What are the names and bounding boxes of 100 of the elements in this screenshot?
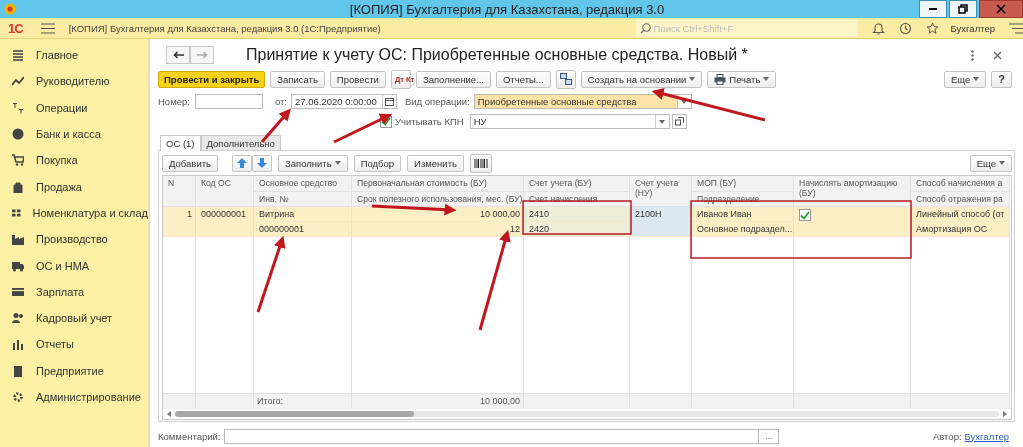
operation-type-field[interactable]: Приобретенные основные средства [473, 94, 692, 109]
table-cell[interactable]: Иванов Иван [692, 207, 793, 222]
create-based-on-button[interactable]: Создать на основании [580, 70, 703, 88]
arrow-right-icon [196, 51, 208, 59]
star-icon[interactable] [925, 21, 939, 35]
structure-button[interactable] [555, 69, 576, 89]
table-cell[interactable]: 000000001 [196, 207, 253, 237]
change-button[interactable]: Изменить [407, 154, 464, 172]
total-cell: 10 000,00 [352, 393, 523, 408]
close-icon[interactable] [993, 50, 1002, 60]
barcode-button[interactable] [469, 153, 492, 173]
toolbar-button[interactable]: Провести [329, 70, 386, 88]
pick-button[interactable]: Подбор [353, 154, 402, 172]
menu-icon[interactable] [40, 22, 55, 34]
table-cell[interactable]: 2410 [524, 207, 629, 222]
restore-button[interactable] [949, 0, 977, 18]
toolbar-button[interactable]: Записать [270, 70, 325, 88]
sidebar-item[interactable]: Банк и касса [0, 120, 148, 148]
open-window-icon [674, 117, 684, 126]
annotation-arrow [260, 108, 291, 143]
tax-accounting-field[interactable]: НУ [469, 114, 670, 129]
table-cell[interactable]: 12 [352, 222, 523, 237]
fill-button[interactable]: Заполнить [278, 154, 348, 172]
sidebar-item[interactable]: Руководителю [0, 68, 148, 95]
table-cell[interactable]: 2100Н [630, 207, 691, 237]
caret-icon [763, 77, 770, 81]
annotation-arrow [333, 113, 393, 144]
linked-squares-icon [559, 73, 572, 85]
date-field[interactable]: 27.06.2020 0:00:00 [290, 94, 397, 109]
dt-kt-icon [12, 101, 24, 114]
sidebar-item[interactable]: Зарплата [0, 278, 148, 305]
restore-icon [958, 4, 968, 14]
column-header[interactable]: Первоначальная стоимость (БУ) [352, 176, 523, 192]
column-header[interactable]: Счет учета (БУ) [524, 176, 629, 192]
sidebar-item[interactable]: Номенклатура и склад [0, 199, 148, 227]
app-logo: 1С [8, 20, 23, 36]
sidebar-item[interactable]: Администрирование [0, 383, 148, 411]
scroll-left-icon[interactable] [167, 411, 171, 417]
printer-icon [714, 73, 727, 85]
toolbar-button[interactable]: Заполнение... [415, 70, 491, 88]
sidebar-item[interactable]: Производство [0, 226, 148, 253]
select-button[interactable]: ... [759, 428, 780, 444]
bar-chart-icon [12, 338, 24, 351]
depreciation-checkbox[interactable] [799, 209, 811, 221]
sidebar-item[interactable]: Кадровый учет [0, 304, 148, 332]
minimize-button[interactable] [919, 0, 947, 18]
history-icon[interactable] [898, 21, 912, 35]
post-and-close-button[interactable]: Провести и закрыть [158, 70, 266, 88]
search-field[interactable]: Поиск Ctrl+Shift+F [635, 19, 858, 37]
calendar-button[interactable] [381, 95, 396, 108]
search-icon [639, 23, 651, 34]
back-button[interactable] [166, 46, 190, 64]
column-header[interactable]: Начислять амортизацию (БУ) [794, 176, 910, 207]
horizontal-scrollbar[interactable] [163, 408, 1011, 419]
table-cell[interactable]: Основное подраздел... [692, 222, 793, 237]
print-button[interactable]: Печать [707, 70, 777, 88]
menu-icon[interactable] [1009, 22, 1023, 34]
add-button[interactable]: Добавить [162, 154, 218, 172]
app-title: [КОПИЯ] Бухгалтерия для Казахстана, редакция 3.0 (1С:Предприятие) [68, 22, 381, 34]
column-header[interactable]: МОП (БУ) [692, 176, 793, 192]
table-cell[interactable]: 1 [163, 207, 195, 237]
help-button[interactable]: ? [991, 70, 1012, 88]
toolbar-button[interactable]: Отчеты... [495, 70, 551, 88]
tab[interactable]: Дополнительно [200, 135, 281, 150]
user-name[interactable]: Бухгалтер [950, 22, 995, 34]
sidebar-item[interactable]: Продажа [0, 173, 148, 200]
bell-icon[interactable] [871, 21, 885, 35]
more-button[interactable]: Еще [969, 154, 1012, 172]
trend-icon [12, 75, 24, 88]
sidebar-item[interactable]: Операции [0, 94, 148, 121]
column-header[interactable]: Счет учета (НУ) [630, 176, 691, 207]
more-button[interactable]: Еще [943, 70, 987, 88]
column-header[interactable]: Способ начисления а [911, 176, 1009, 192]
sidebar-item[interactable]: Предприятие [0, 357, 148, 384]
table-cell[interactable] [794, 207, 910, 237]
move-up-button[interactable] [232, 154, 252, 172]
table-cell[interactable]: 000000001 [254, 222, 351, 237]
more-icon[interactable] [971, 49, 974, 61]
move-down-button[interactable] [252, 154, 272, 172]
tab[interactable]: ОС (1) [160, 135, 201, 151]
sidebar-item[interactable]: Отчеты [0, 331, 148, 358]
scroll-right-icon[interactable] [1003, 411, 1007, 417]
column-header[interactable]: Основное средство [254, 176, 351, 192]
table-cell[interactable]: Линейный способ (от [911, 207, 1009, 222]
author-link[interactable]: Бухгалтер [964, 430, 1009, 442]
open-button[interactable] [671, 114, 687, 129]
column-header[interactable]: N [163, 176, 195, 207]
sidebar-item[interactable]: ОС и НМА [0, 252, 148, 279]
bag-icon [12, 180, 24, 193]
table-cell[interactable]: Амортизация ОС [911, 222, 1009, 237]
card-icon [12, 285, 24, 298]
column-header[interactable]: Код ОС [196, 176, 253, 207]
cart-icon [12, 154, 24, 167]
number-field[interactable] [194, 94, 263, 109]
arrow-down-icon [257, 158, 267, 168]
sidebar-item[interactable]: Главное [0, 42, 148, 69]
arrow-left-icon [172, 51, 184, 59]
table-cell[interactable]: Витрина [254, 207, 351, 222]
comment-field[interactable] [224, 428, 760, 444]
sidebar-item[interactable]: Покупка [0, 147, 148, 174]
